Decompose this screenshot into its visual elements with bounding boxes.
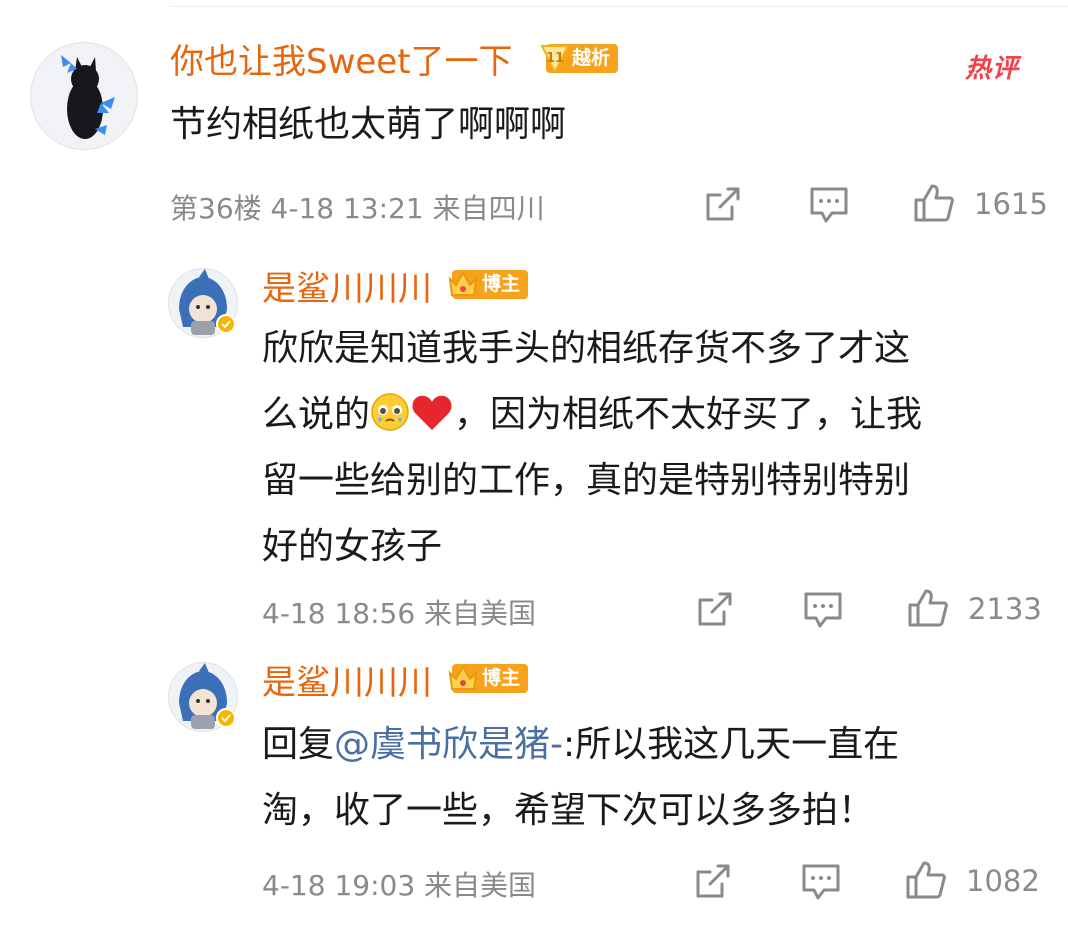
reply-text-line: 淘，收了一些，希望下次可以多多拍！: [262, 790, 875, 831]
like-count: 1082: [966, 864, 1040, 898]
verified-icon: [216, 314, 236, 334]
reply-text: 欣欣是知道我手头的相纸存货不多了才这 么说的 ，因为相纸不太好买了，让我 留一些给…: [262, 316, 1052, 580]
user-level-badge: 11 越析: [540, 44, 619, 75]
reply-prefix: 回复: [262, 724, 335, 765]
reply-text-line: 好的女孩子: [262, 526, 443, 567]
svg-text:11: 11: [546, 51, 564, 66]
reply-text-segment: ，因为相纸不太好买了，让我: [454, 394, 923, 435]
reply-meta: 4-18 18:56 来自美国: [262, 597, 537, 630]
reply-text-line: 回复@虞书欣是猪-:所以我这几天一直在: [262, 712, 1052, 778]
reply-text-line: 么说的 ，因为相纸不太好买了，让我: [262, 382, 1052, 448]
badge-label: 博主: [482, 667, 521, 689]
reply-text-segment: 么说的: [262, 394, 371, 435]
hot-comment-label: 热评: [965, 54, 1020, 84]
reply-username[interactable]: 是鲨川川川: [262, 272, 432, 306]
badge-label: 越析: [572, 47, 611, 69]
reply-text: 回复@虞书欣是猪-:所以我这几天一直在 淘，收了一些，希望下次可以多多拍！: [262, 712, 1052, 844]
like-icon[interactable]: [906, 587, 950, 629]
reply-meta: 4-18 19:03 来自美国: [262, 869, 537, 902]
pleading-face-emoji-icon: [371, 393, 409, 431]
share-icon[interactable]: [694, 590, 734, 630]
cat-butterfly-avatar-icon: [61, 55, 115, 139]
top-divider: [170, 6, 1068, 7]
share-icon[interactable]: [702, 185, 742, 225]
badge-label: 博主: [482, 273, 521, 295]
red-heart-emoji-icon: [412, 395, 452, 430]
blogger-badge: 博主: [448, 270, 529, 299]
level-badge-icon: 11: [540, 45, 570, 75]
blogger-badge: 博主: [448, 664, 529, 693]
comment-text: 节约相纸也太萌了啊啊啊: [170, 104, 567, 145]
like-icon[interactable]: [904, 859, 948, 901]
crown-icon: [448, 271, 478, 296]
comment-icon[interactable]: [808, 185, 850, 225]
comment-icon[interactable]: [802, 590, 844, 630]
reply-text-line: 欣欣是知道我手头的相纸存货不多了才这: [262, 328, 911, 369]
reply-text-segment: :所以我这几天一直在: [563, 724, 900, 765]
like-icon[interactable]: [912, 182, 956, 224]
reply-text-line: 留一些给别的工作，真的是特别特别特别: [262, 460, 911, 501]
reply-username[interactable]: 是鲨川川川: [262, 666, 432, 700]
user-avatar[interactable]: [30, 42, 138, 150]
comment-username[interactable]: 你也让我Sweet了一下: [170, 45, 513, 79]
like-count: 2133: [968, 592, 1042, 626]
comment-meta: 第36楼 4-18 13:21 来自四川: [170, 192, 545, 225]
verified-icon: [216, 708, 236, 728]
user-mention-link[interactable]: @虞书欣是猪-: [334, 724, 563, 765]
comment-icon[interactable]: [800, 862, 842, 902]
share-icon[interactable]: [692, 862, 732, 902]
like-count: 1615: [974, 187, 1048, 221]
crown-icon: [448, 665, 478, 690]
